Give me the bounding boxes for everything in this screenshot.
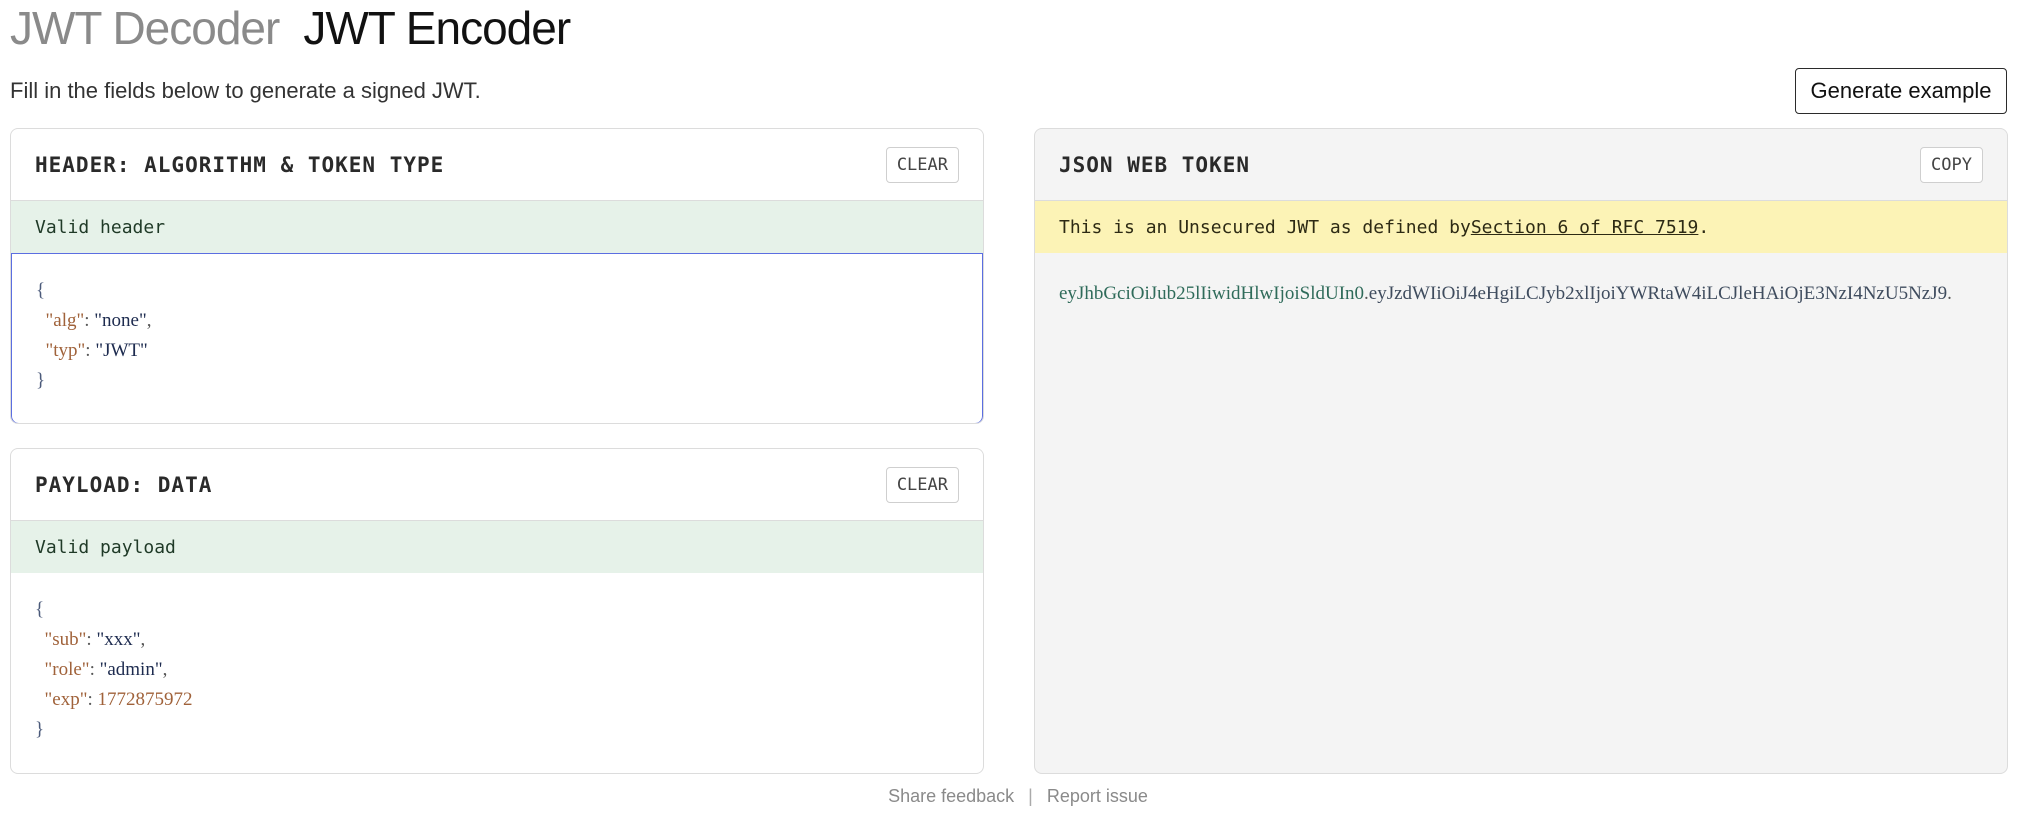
payload-status-message: Valid payload <box>11 521 983 573</box>
header-panel-title: HEADER: ALGORITHM & TOKEN TYPE <box>35 152 445 177</box>
payload-json-editor[interactable]: { "sub": "xxx", "role": "admin", "exp": … <box>11 573 983 767</box>
page-subtitle: Fill in the fields below to generate a s… <box>10 78 481 103</box>
unsecured-jwt-notice: This is an Unsecured JWT as defined by S… <box>1035 201 2007 253</box>
header-panel: HEADER: ALGORITHM & TOKEN TYPE CLEAR Val… <box>10 128 984 424</box>
tab-jwt-encoder[interactable]: JWT Encoder <box>303 2 571 54</box>
encoded-token[interactable]: eyJhbGciOiJub25lIiwidHlwIjoiSldUIn0.eyJz… <box>1035 253 2007 335</box>
footer: Share feedback | Report issue <box>0 786 2036 807</box>
header-clear-button[interactable]: CLEAR <box>885 146 959 183</box>
tab-jwt-decoder[interactable]: JWT Decoder <box>10 2 280 54</box>
footer-separator: | <box>1028 786 1033 806</box>
notice-text: This is an Unsecured JWT as defined by <box>1059 216 1471 238</box>
json-key: "exp" <box>44 689 88 710</box>
header-panel-head: HEADER: ALGORITHM & TOKEN TYPE CLEAR <box>11 129 983 201</box>
json-value: "admin" <box>99 659 163 680</box>
json-value: "none" <box>94 310 147 331</box>
token-panel: JSON WEB TOKEN COPY This is an Unsecured… <box>1034 128 2008 774</box>
generate-example-button[interactable]: Generate example <box>1795 68 2007 114</box>
json-open-brace: { <box>36 280 46 301</box>
jwt-encoder-page: JWT Decoder JWT Encoder Fill in the fiel… <box>0 0 2036 823</box>
report-issue-link[interactable]: Report issue <box>1047 786 1148 807</box>
payload-panel-head: PAYLOAD: DATA CLEAR <box>11 449 983 521</box>
json-close-brace: } <box>35 719 45 740</box>
share-feedback-link[interactable]: Share feedback <box>888 786 1014 807</box>
rfc-section-link[interactable]: Section 6 of RFC 7519 <box>1471 217 1699 238</box>
json-value: "JWT" <box>95 340 148 361</box>
tab-bar: JWT Decoder JWT Encoder <box>10 2 571 54</box>
json-key: "alg" <box>45 310 85 331</box>
copy-token-button[interactable]: COPY <box>1920 146 1983 183</box>
token-payload-segment: eyJzdWIiOiJ4eHgiLCJyb2xlIjoiYWRtaW4iLCJl… <box>1368 283 1948 304</box>
payload-clear-button[interactable]: CLEAR <box>885 466 959 503</box>
json-value: 1772875972 <box>97 689 193 710</box>
header-status-message: Valid header <box>11 201 983 253</box>
json-key: "role" <box>44 659 90 680</box>
payload-panel: PAYLOAD: DATA CLEAR Valid payload { "sub… <box>10 448 984 774</box>
json-open-brace: { <box>35 599 45 620</box>
json-key: "sub" <box>44 629 87 650</box>
json-key: "typ" <box>45 340 86 361</box>
token-header-segment: eyJhbGciOiJub25lIiwidHlwIjoiSldUIn0 <box>1059 283 1365 304</box>
token-panel-title: JSON WEB TOKEN <box>1059 152 1251 177</box>
json-close-brace: } <box>36 370 46 391</box>
header-json-editor[interactable]: { "alg": "none", "typ": "JWT" } <box>11 253 983 423</box>
json-value: "xxx" <box>96 629 141 650</box>
token-panel-head: JSON WEB TOKEN COPY <box>1035 129 2007 201</box>
payload-panel-title: PAYLOAD: DATA <box>35 472 213 497</box>
